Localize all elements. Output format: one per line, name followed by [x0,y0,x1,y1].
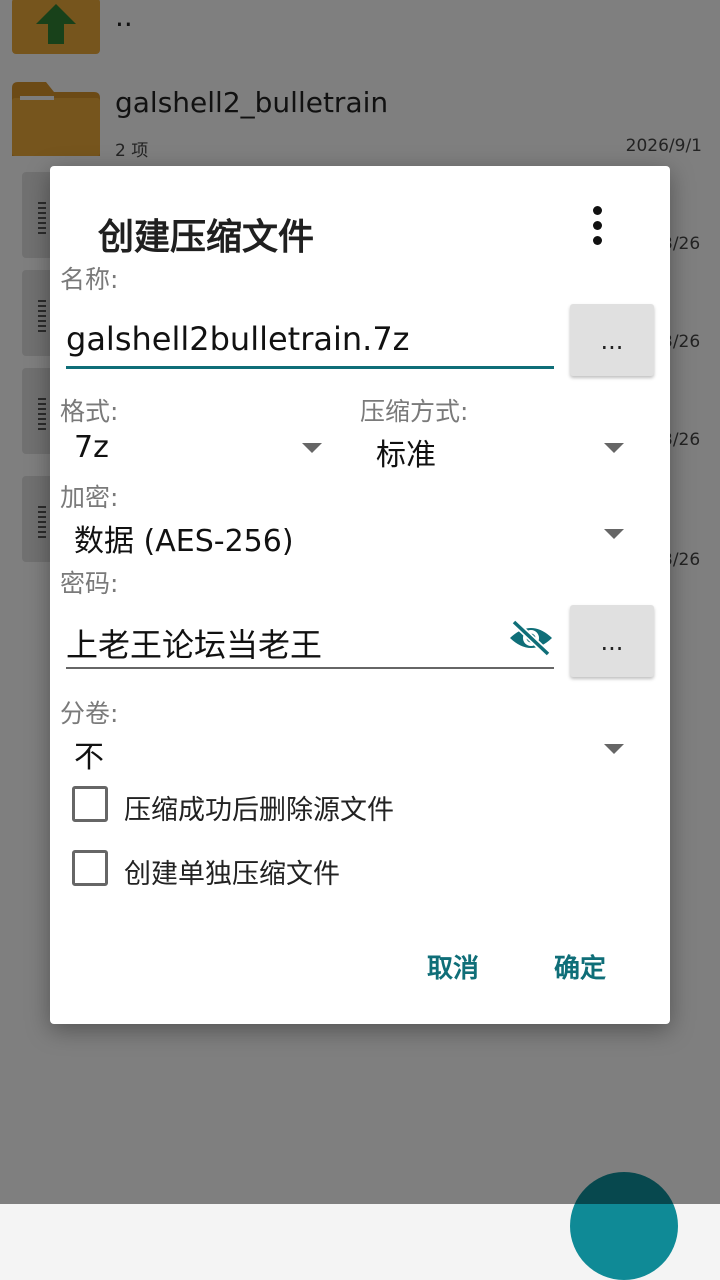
ok-button[interactable]: 确定 [554,948,606,985]
password-browse-button[interactable]: ... [570,605,654,677]
format-label: 格式: [60,397,119,426]
encryption-dropdown-icon[interactable] [604,529,624,539]
split-select[interactable]: 不 [74,732,104,776]
delete-source-checkbox[interactable] [72,786,108,822]
separate-archives-label[interactable]: 创建单独压缩文件 [124,852,340,891]
password-underline [66,667,554,669]
dialog-title: 创建压缩文件 [98,217,315,258]
hide-password-icon[interactable] [508,618,554,658]
name-label: 名称: [60,265,119,294]
delete-source-label[interactable]: 压缩成功后删除源文件 [124,788,394,827]
method-select[interactable]: 标准 [376,430,436,474]
format-select[interactable]: 7z [74,430,109,465]
method-label: 压缩方式: [360,397,469,426]
cancel-button[interactable]: 取消 [427,948,479,985]
name-browse-button[interactable]: ... [570,304,654,376]
method-dropdown-icon[interactable] [604,443,624,453]
name-input[interactable]: galshell2bulletrain.7z [66,320,409,358]
separate-archives-checkbox[interactable] [72,850,108,886]
split-label: 分卷: [60,699,119,728]
password-label: 密码: [60,569,119,598]
encryption-label: 加密: [60,483,119,512]
password-input[interactable]: 上老王论坛当老王 [66,620,322,666]
encryption-select[interactable]: 数据 (AES-256) [74,516,294,560]
more-options-icon[interactable] [584,206,612,246]
create-archive-dialog: 创建压缩文件 名称: galshell2bulletrain.7z ... 格式… [50,166,670,1024]
name-underline [66,366,554,369]
split-dropdown-icon[interactable] [604,744,624,754]
format-dropdown-icon[interactable] [302,443,322,453]
